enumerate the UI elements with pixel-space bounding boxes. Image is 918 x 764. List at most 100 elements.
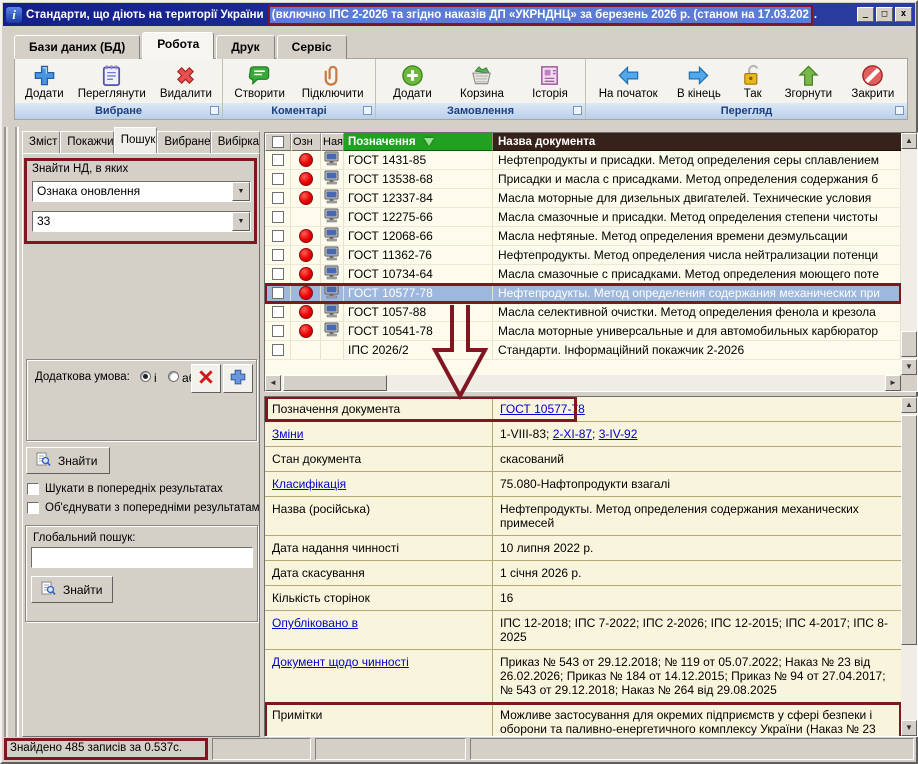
dialog-launcher-icon[interactable] [210,106,219,115]
row-checkbox[interactable] [272,344,284,356]
select-all-header[interactable] [265,133,291,151]
table-row[interactable]: ГОСТ 10541-78Масла моторные универсальны… [265,322,901,341]
table-row[interactable]: ГОСТ 12275-66Масла смазочные и присадки.… [265,208,901,227]
toolbar-button[interactable]: Закрити [849,62,896,101]
detail-label: Дата надання чинності [265,536,493,560]
dialog-launcher-icon[interactable] [363,106,372,115]
minimize-button[interactable]: _ [857,7,874,22]
sidebar-tab[interactable]: Зміст [22,131,60,153]
scrollbar-thumb[interactable] [283,375,387,391]
checkbox-icon[interactable] [272,136,284,148]
scrollbar-thumb[interactable] [901,415,917,645]
sidebar-tab-bar: ЗмістПокажчиПошукВибранеВибірка [22,127,260,153]
scroll-down-button[interactable]: ▼ [901,720,917,736]
search-previous-option[interactable]: Шукати в попередніх результатах [27,481,259,496]
toolbar-button[interactable]: Корзина [458,62,506,101]
detail-label-link[interactable]: Зміни [265,422,493,446]
designation-cell: ГОСТ 10577-78 [344,284,493,302]
row-checkbox[interactable] [272,173,284,185]
row-checkbox[interactable] [272,325,284,337]
detail-value-link[interactable]: 3-IV-92 [599,427,638,441]
row-checkbox[interactable] [272,268,284,280]
toolbar-button[interactable]: Підключити [300,62,366,101]
scroll-left-button[interactable]: ◄ [265,375,281,391]
radio-and[interactable] [140,371,151,382]
designation-cell: ГОСТ 12068-66 [344,227,493,245]
global-search-input[interactable] [31,547,253,568]
scroll-right-button[interactable]: ► [885,375,901,391]
toolbar-button[interactable]: В кінець [675,62,723,101]
row-checkbox[interactable] [272,249,284,261]
update-mark-icon [299,324,313,338]
scrollbar-thumb[interactable] [901,331,917,357]
add-condition-button[interactable] [223,364,253,393]
detail-label-link[interactable]: Опубліковано в [265,611,493,649]
toolbar-button[interactable]: Так [738,62,767,101]
close-button[interactable]: x [895,7,912,22]
horizontal-scrollbar[interactable]: ◄ ► [265,375,901,391]
toolbar-button[interactable]: Згорнути [783,62,834,101]
maximize-button[interactable]: □ [876,7,893,22]
sidebar-tab[interactable]: Вибірка [211,131,260,153]
sidebar-tab[interactable]: Покажчи [60,131,114,153]
table-header: Озн Ная Позначення Назва документа [265,133,901,151]
row-checkbox[interactable] [272,211,284,223]
row-checkbox[interactable] [272,306,284,318]
scroll-up-button[interactable]: ▲ [901,133,917,149]
mark-column-header[interactable]: Озн [291,133,321,151]
sidebar-tab[interactable]: Вибране [157,131,210,153]
row-checkbox[interactable] [272,192,284,204]
table-row[interactable]: ГОСТ 12068-66Масла нефтяные. Метод опред… [265,227,901,246]
designation-column-header[interactable]: Позначення [344,133,493,151]
toolbar-button[interactable]: Додати [391,62,434,101]
table-row[interactable]: ГОСТ 1431-85Нефтепродукты и присадки. Ме… [265,151,901,170]
radio-or[interactable] [168,371,179,382]
toolbar-button[interactable]: Історія [530,62,570,101]
table-row[interactable]: ГОСТ 1057-88Масла селективной очистки. М… [265,303,901,322]
table-row[interactable]: ГОСТ 10734-64Масла смазочные с присадкам… [265,265,901,284]
delete-condition-button[interactable] [191,364,221,393]
table-row[interactable]: ГОСТ 11362-76Нефтепродукты. Метод опреде… [265,246,901,265]
detail-value-text: 1 січня 2026 р. [500,566,581,580]
table-row[interactable]: ГОСТ 12337-84Масла моторные для дизельны… [265,189,901,208]
sidebar-tab[interactable]: Пошук [114,127,158,153]
table-row[interactable]: ГОСТ 13538-68Присадки и масла с присадка… [265,170,901,189]
menu-tab[interactable]: Сервіс [277,35,347,59]
scroll-down-button[interactable]: ▼ [901,359,917,375]
doc-table-body: ГОСТ 1431-85Нефтепродукты и присадки. Ме… [265,151,901,375]
detail-label-link[interactable]: Класифікація [265,472,493,496]
doc-name-column-header[interactable]: Назва документа [493,133,901,151]
toolbar-button[interactable]: Видалити [158,62,214,101]
toolbar-button[interactable]: На початок [597,62,660,101]
merge-previous-option[interactable]: Об'єднувати з попередніми результатами [27,500,259,515]
checkbox-icon[interactable] [27,502,39,514]
row-checkbox[interactable] [272,154,284,166]
dialog-launcher-icon[interactable] [895,106,904,115]
detail-value-link[interactable]: 2-XI-87 [553,427,592,441]
toolbar-button[interactable]: Створити [232,62,286,101]
detail-label: Дата скасування [265,561,493,585]
menu-tab[interactable]: Друк [216,35,274,59]
detail-value-text: ; [592,427,599,441]
vertical-scrollbar[interactable]: ▲ ▼ [901,397,917,736]
find-button[interactable]: Знайти [26,447,110,474]
menu-tab[interactable]: Робота [142,32,214,59]
global-find-button[interactable]: Знайти [31,576,113,603]
table-row[interactable]: ІПС 2026/2Стандарти. Інформаційний покаж… [265,341,901,360]
toolbar-button[interactable]: Додати [23,62,66,101]
toolbar-button[interactable]: Переглянути [76,62,148,101]
row-checkbox[interactable] [272,287,284,299]
collapsed-splitter[interactable] [4,127,19,737]
dialog-launcher-icon[interactable] [573,106,582,115]
availability-column-header[interactable]: Ная [321,133,344,151]
menu-tab[interactable]: Бази даних (БД) [14,35,140,59]
detail-value-link[interactable]: ГОСТ 10577-78 [500,402,585,416]
document-file-icon [324,322,340,340]
checkbox-icon[interactable] [27,483,39,495]
table-row[interactable]: ГОСТ 10577-78Нефтепродукты. Метод опреде… [265,284,901,303]
update-mark-icon [299,305,313,319]
scroll-up-button[interactable]: ▲ [901,397,917,413]
detail-label-link[interactable]: Документ щодо чинності [265,650,493,702]
vertical-scrollbar[interactable]: ▲ ▼ [901,133,917,375]
row-checkbox[interactable] [272,230,284,242]
